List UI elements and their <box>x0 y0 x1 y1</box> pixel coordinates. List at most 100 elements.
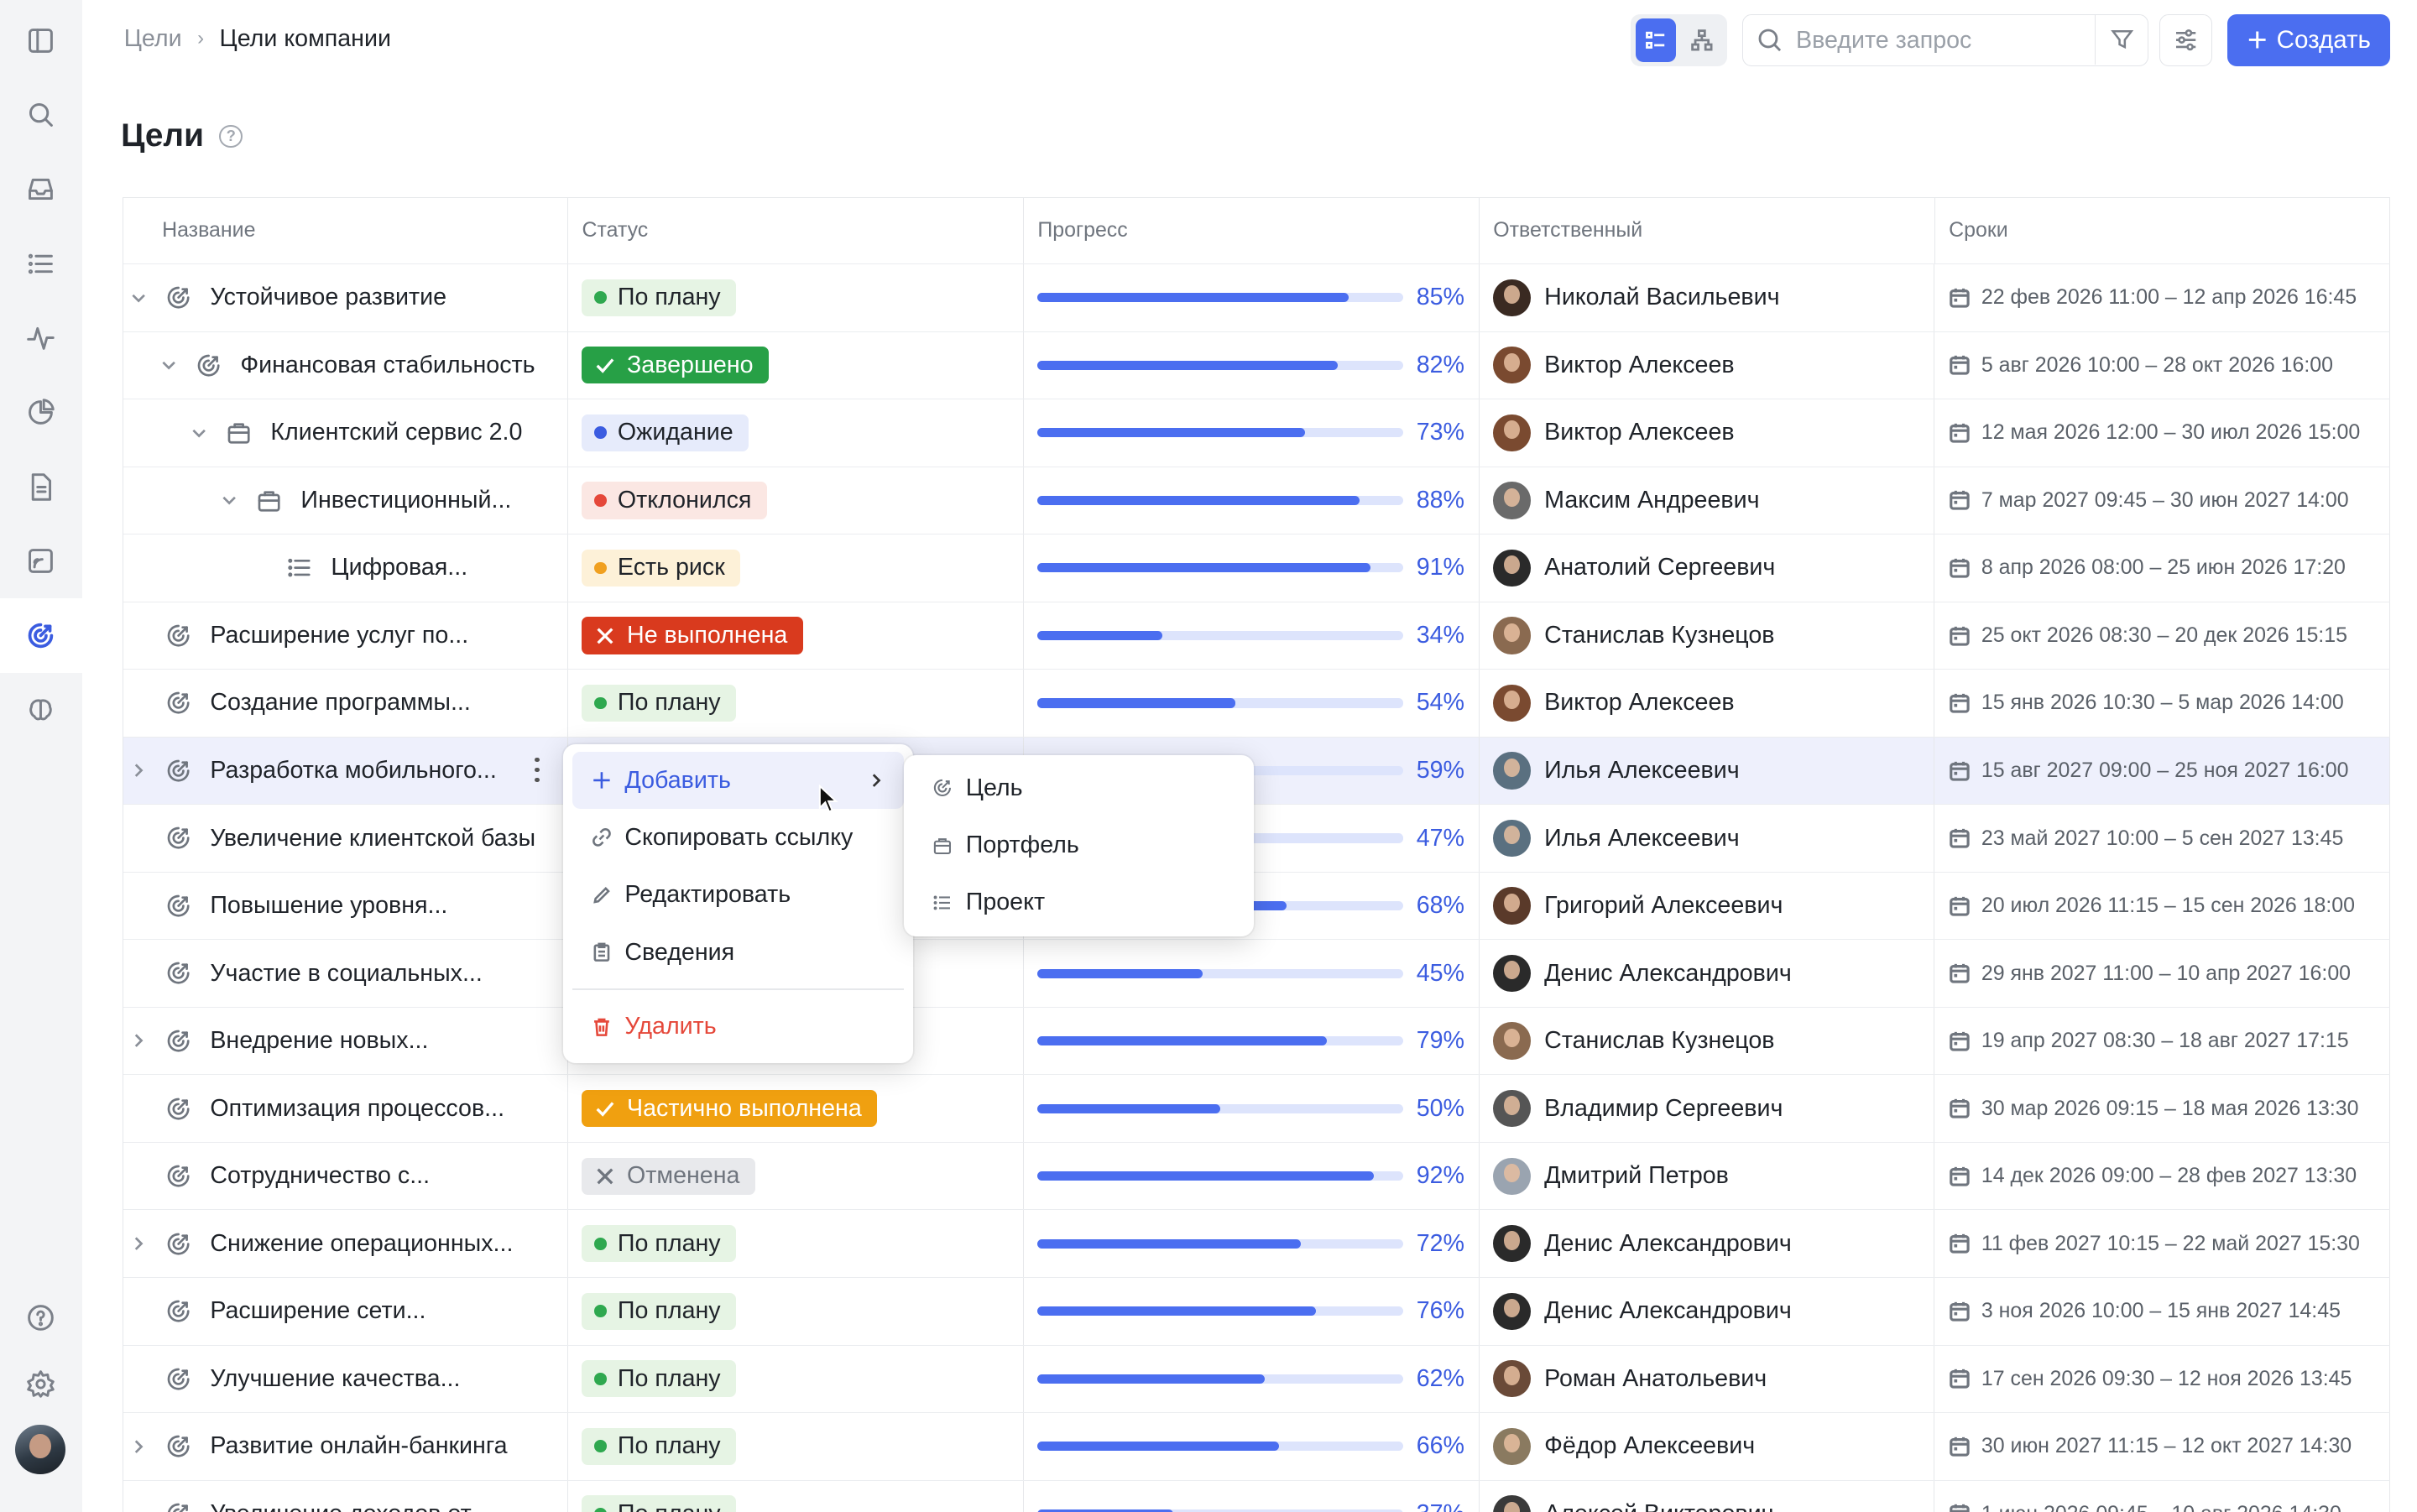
help-icon[interactable] <box>22 1299 59 1336</box>
breadcrumb-root-link[interactable]: Цели <box>124 25 182 53</box>
goal-name[interactable]: Расширение сети... <box>210 1297 425 1325</box>
column-header-name[interactable]: Название <box>123 197 568 264</box>
date-range[interactable]: 3 ноя 2026 10:00 – 15 янв 2027 14:45 <box>1934 1299 2341 1323</box>
date-range[interactable]: 15 янв 2026 10:30 – 5 мар 2026 14:00 <box>1934 691 2344 715</box>
goal-name[interactable]: Повышение уровня... <box>210 892 447 920</box>
status-badge[interactable]: Ожидание <box>582 414 749 451</box>
date-range[interactable]: 5 авг 2026 10:00 – 28 окт 2026 16:00 <box>1934 353 2333 378</box>
table-row[interactable]: Увеличение клиентской базы 47% Илья Алексе… <box>123 805 2391 873</box>
goal-name[interactable]: Расширение услуг по... <box>210 622 468 649</box>
owner[interactable]: Виктор Алексеев <box>1480 684 1735 722</box>
search-icon[interactable] <box>22 96 59 133</box>
date-range[interactable]: 30 мар 2026 09:15 – 18 мая 2026 13:30 <box>1934 1097 2359 1121</box>
activity-icon[interactable] <box>22 320 59 357</box>
table-row[interactable]: Оптимизация процессов... Частично выполне… <box>123 1075 2391 1143</box>
goal-name[interactable]: Инвестиционный... <box>300 487 511 514</box>
status-badge[interactable]: Отменена <box>582 1157 755 1195</box>
settings-gear-icon[interactable] <box>22 1365 59 1402</box>
chevron-right-icon[interactable] <box>129 1032 148 1051</box>
goal-name[interactable]: Оптимизация процессов... <box>210 1095 504 1123</box>
owner[interactable]: Владимир Сергеевич <box>1480 1089 1783 1128</box>
chevron-right-icon[interactable] <box>129 1437 148 1456</box>
status-badge[interactable]: По плану <box>582 1427 737 1465</box>
date-range[interactable]: 15 авг 2027 09:00 – 25 ноя 2027 16:00 <box>1934 759 2349 783</box>
table-row[interactable]: Финансовая стабильность Завершено 82% Викто… <box>123 331 2391 400</box>
view-settings-button[interactable] <box>2159 13 2212 67</box>
chevron-down-icon[interactable] <box>190 424 208 442</box>
table-row[interactable]: Повышение уровня... 68% Григорий Алексееви… <box>123 872 2391 941</box>
question-icon[interactable]: ? <box>219 124 243 149</box>
inbox-icon[interactable] <box>22 170 59 207</box>
status-badge[interactable]: По плану <box>582 1225 737 1263</box>
list-icon[interactable] <box>22 245 59 282</box>
table-row[interactable]: Снижение операционных... По плану 72% Денис… <box>123 1210 2391 1278</box>
table-row[interactable]: Цифровая... Есть риск 91% Анатолий Сергееви… <box>123 534 2391 602</box>
table-row[interactable]: Расширение сети... По плану 76% Денис Алекс… <box>123 1277 2391 1346</box>
pie-chart-icon[interactable] <box>22 394 59 430</box>
date-range[interactable]: 14 дек 2026 09:00 – 28 фев 2027 13:30 <box>1934 1164 2357 1188</box>
goal-name[interactable]: Увеличение доходов от... <box>210 1500 488 1512</box>
date-range[interactable]: 7 мар 2027 09:45 – 30 июн 2027 14:00 <box>1934 488 2349 513</box>
owner[interactable]: Максим Андреевич <box>1480 482 1760 519</box>
owner[interactable]: Станислав Кузнецов <box>1480 617 1774 654</box>
column-header-progress[interactable]: Прогресс <box>1024 197 1480 264</box>
goal-name[interactable]: Снижение операционных... <box>210 1230 513 1258</box>
filter-button[interactable] <box>2095 14 2148 65</box>
date-range[interactable]: 25 окт 2026 08:30 – 20 дек 2026 15:15 <box>1934 623 2347 648</box>
table-row[interactable]: Улучшение качества... По плану 62% Роман Ан… <box>123 1345 2391 1414</box>
user-avatar[interactable] <box>15 1424 65 1474</box>
menu-item[interactable]: Редактировать <box>563 867 913 924</box>
goals-icon[interactable] <box>22 617 59 654</box>
owner[interactable]: Анатолий Сергеевич <box>1480 549 1775 587</box>
status-badge[interactable]: По плану <box>582 684 737 722</box>
column-header-owner[interactable]: Ответственный <box>1480 197 1935 264</box>
date-range[interactable]: 30 июн 2027 11:15 – 12 окт 2027 14:30 <box>1934 1434 2352 1458</box>
goal-name[interactable]: Улучшение качества... <box>210 1365 460 1393</box>
list-view-button[interactable] <box>1635 18 1676 62</box>
menu-item[interactable]: Добавить <box>572 751 904 810</box>
owner[interactable]: Денис Александрович <box>1480 954 1792 993</box>
owner[interactable]: Станислав Кузнецов <box>1480 1022 1774 1060</box>
status-badge[interactable]: По плану <box>582 1292 737 1330</box>
owner[interactable]: Денис Александрович <box>1480 1225 1792 1263</box>
goal-name[interactable]: Финансовая стабильность <box>240 352 535 379</box>
sidebar-toggle-icon[interactable] <box>22 22 59 59</box>
report-icon[interactable] <box>22 543 59 580</box>
chevron-down-icon[interactable] <box>129 289 148 307</box>
goal-name[interactable]: Развитие онлайн-банкинга <box>210 1432 507 1460</box>
goal-name[interactable]: Увеличение клиентской базы <box>210 825 535 852</box>
goal-name[interactable]: Разработка мобильного... <box>210 757 496 785</box>
table-row[interactable]: Устойчивое развитие По плану 85% Николай Ва… <box>123 264 2391 332</box>
table-row[interactable]: Внедрение новых... 79% Станислав Кузнецов 1… <box>123 1007 2391 1076</box>
owner[interactable]: Фёдор Алексеевич <box>1480 1427 1755 1465</box>
owner[interactable]: Григорий Алексеевич <box>1480 887 1783 925</box>
status-badge[interactable]: Есть риск <box>582 549 741 587</box>
date-range[interactable]: 20 июл 2026 11:15 – 15 сен 2026 18:00 <box>1934 894 2355 918</box>
tree-view-button[interactable] <box>1682 18 1722 62</box>
table-row[interactable]: Клиентский сервис 2.0 Ожидание 73% Виктор А… <box>123 399 2391 467</box>
goal-name[interactable]: Создание программы... <box>210 689 470 717</box>
submenu-item[interactable]: Портфель <box>904 816 1254 873</box>
menu-item[interactable]: Сведения <box>563 924 913 981</box>
menu-item[interactable]: Скопировать ссылку <box>563 809 913 866</box>
date-range[interactable]: 22 фев 2026 11:00 – 12 апр 2026 16:45 <box>1934 285 2357 310</box>
status-badge[interactable]: Отклонился <box>582 482 767 519</box>
submenu-item[interactable]: Цель <box>904 759 1254 816</box>
chevron-down-icon[interactable] <box>159 356 178 374</box>
table-row[interactable]: Развитие онлайн-банкинга По плану 66% Фёдор… <box>123 1413 2391 1481</box>
date-range[interactable]: 17 сен 2026 09:30 – 12 ноя 2026 13:45 <box>1934 1367 2352 1391</box>
date-range[interactable]: 11 фев 2027 10:15 – 22 май 2027 15:30 <box>1934 1232 2360 1256</box>
status-badge[interactable]: Завершено <box>582 347 770 384</box>
table-row[interactable]: Увеличение доходов от... По плану 37% Алекс… <box>123 1480 2391 1512</box>
owner[interactable]: Илья Алексеевич <box>1480 819 1740 858</box>
chevron-down-icon[interactable] <box>220 491 238 509</box>
create-button[interactable]: + Создать <box>2227 13 2391 67</box>
goal-name[interactable]: Сотрудничество с... <box>210 1162 430 1190</box>
owner[interactable]: Виктор Алексеев <box>1480 414 1735 451</box>
submenu-item[interactable]: Проект <box>904 874 1254 931</box>
table-row[interactable]: Участие в социальных... 45% Денис Александ… <box>123 940 2391 1008</box>
owner[interactable]: Николай Васильевич <box>1480 279 1779 316</box>
search-input[interactable] <box>1796 26 2085 55</box>
date-range[interactable]: 8 апр 2026 08:00 – 25 июн 2026 17:20 <box>1934 555 2346 580</box>
owner[interactable]: Дмитрий Петров <box>1480 1157 1729 1195</box>
